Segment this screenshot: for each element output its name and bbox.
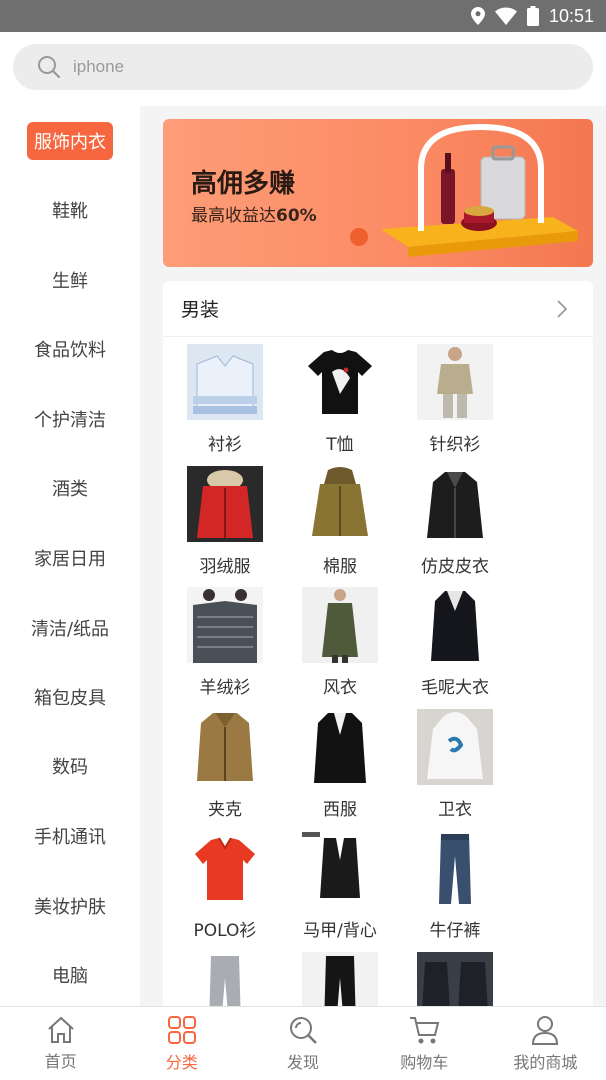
hoodie-thumbnail <box>417 709 493 785</box>
subcategory-item-pants-black[interactable] <box>290 952 390 1006</box>
category-sidebar: 服饰内衣 鞋靴 生鲜 食品饮料 个护清洁 酒类 家居日用 清洁/纸品 箱包皮具 … <box>0 106 140 1006</box>
search-icon <box>38 56 61 79</box>
subcategory-item-jacket[interactable]: 夹克 <box>175 709 275 820</box>
subcategory-item-suit[interactable]: 西服 <box>290 709 390 820</box>
knit-thumbnail <box>417 344 493 420</box>
bottom-tab-bar: 首页 分类 发现 购物车 我的商城 <box>0 1006 606 1080</box>
subcategory-item-pants-grey[interactable] <box>175 952 275 1006</box>
suit-set-thumbnail <box>417 952 493 1006</box>
tab-category[interactable]: 分类 <box>121 1007 242 1080</box>
category-content: 高佣多赚 最高收益达60% 男装 衬衫 T恤 针织衫 羽绒服 棉服 仿皮皮衣 羊… <box>140 106 606 1006</box>
sidebar-item-food[interactable]: 食品饮料 <box>0 329 140 369</box>
sidebar-item-clothing[interactable]: 服饰内衣 <box>0 121 140 161</box>
subcategory-item-leather-jacket[interactable]: 仿皮皮衣 <box>405 466 505 577</box>
tshirt-thumbnail <box>302 344 378 420</box>
chevron-right-icon <box>557 299 567 318</box>
sidebar-item-personal-care[interactable]: 个护清洁 <box>0 399 140 439</box>
sidebar-item-digital[interactable]: 数码 <box>0 746 140 786</box>
subcategory-item-hoodie[interactable]: 卫衣 <box>405 709 505 820</box>
wifi-icon <box>494 7 517 25</box>
battery-icon <box>526 6 539 26</box>
pants-grey-thumbnail <box>187 952 263 1006</box>
sidebar-item-shoes[interactable]: 鞋靴 <box>0 190 140 230</box>
jeans-thumbnail <box>417 830 493 906</box>
cashmere-thumbnail <box>187 587 263 663</box>
sidebar-item-alcohol[interactable]: 酒类 <box>0 468 140 508</box>
tab-cart[interactable]: 购物车 <box>364 1007 485 1080</box>
subcategory-item-polo[interactable]: POLO衫 <box>175 830 275 941</box>
user-icon <box>532 1015 559 1045</box>
location-icon <box>470 7 485 25</box>
subcategory-item-trench[interactable]: 风衣 <box>290 587 390 698</box>
subcategory-item-tshirt[interactable]: T恤 <box>290 344 390 455</box>
grid-icon <box>167 1015 196 1044</box>
suit-thumbnail <box>302 709 378 785</box>
section-header[interactable]: 男装 <box>163 281 593 337</box>
vest-thumbnail <box>302 830 378 906</box>
sidebar-item-phones[interactable]: 手机通讯 <box>0 816 140 856</box>
search-placeholder: iphone <box>73 57 125 76</box>
shirt-thumbnail <box>187 344 263 420</box>
discover-icon <box>290 1016 317 1044</box>
sidebar-item-home[interactable]: 家居日用 <box>0 538 140 578</box>
cotton-coat-thumbnail <box>302 466 378 542</box>
tab-home[interactable]: 首页 <box>0 1007 121 1080</box>
status-bar: 10:51 <box>0 0 606 32</box>
subcategory-item-down-jacket[interactable]: 羽绒服 <box>175 466 275 577</box>
banner-products-illustration <box>350 123 578 257</box>
status-time: 10:51 <box>548 5 594 26</box>
leather-jacket-thumbnail <box>417 466 493 542</box>
cart-icon <box>410 1016 440 1043</box>
sidebar-item-computers[interactable]: 电脑 <box>0 955 140 995</box>
search-input[interactable]: iphone <box>13 44 593 90</box>
subcategory-item-suit-set[interactable] <box>405 952 505 1006</box>
subcategory-item-vest[interactable]: 马甲/背心 <box>290 830 390 941</box>
subcategory-item-shirt[interactable]: 衬衫 <box>175 344 275 455</box>
section-title: 男装 <box>181 299 220 321</box>
promo-banner[interactable]: 高佣多赚 最高收益达60% <box>163 119 593 267</box>
tab-discover[interactable]: 发现 <box>242 1007 363 1080</box>
wool-coat-thumbnail <box>417 587 493 663</box>
subcategory-card: 男装 衬衫 T恤 针织衫 羽绒服 棉服 仿皮皮衣 羊绒衫 风衣 毛呢大衣 夹克 … <box>163 281 593 1006</box>
jacket-thumbnail <box>187 709 263 785</box>
subcategory-item-jeans[interactable]: 牛仔裤 <box>405 830 505 941</box>
subcategory-item-cashmere[interactable]: 羊绒衫 <box>175 587 275 698</box>
sidebar-item-cleaning[interactable]: 清洁/纸品 <box>0 608 140 648</box>
polo-thumbnail <box>187 830 263 906</box>
sidebar-item-fresh[interactable]: 生鲜 <box>0 260 140 300</box>
tab-my-mall[interactable]: 我的商城 <box>485 1007 606 1080</box>
down-jacket-thumbnail <box>187 466 263 542</box>
sidebar-item-beauty[interactable]: 美妆护肤 <box>0 886 140 926</box>
search-area: iphone <box>0 32 606 106</box>
home-icon <box>47 1016 74 1043</box>
pants-black-thumbnail <box>302 952 378 1006</box>
subcategory-item-knit[interactable]: 针织衫 <box>405 344 505 455</box>
trench-thumbnail <box>302 587 378 663</box>
sidebar-item-bags[interactable]: 箱包皮具 <box>0 677 140 717</box>
subcategory-item-cotton-coat[interactable]: 棉服 <box>290 466 390 577</box>
subcategory-item-wool-coat[interactable]: 毛呢大衣 <box>405 587 505 698</box>
